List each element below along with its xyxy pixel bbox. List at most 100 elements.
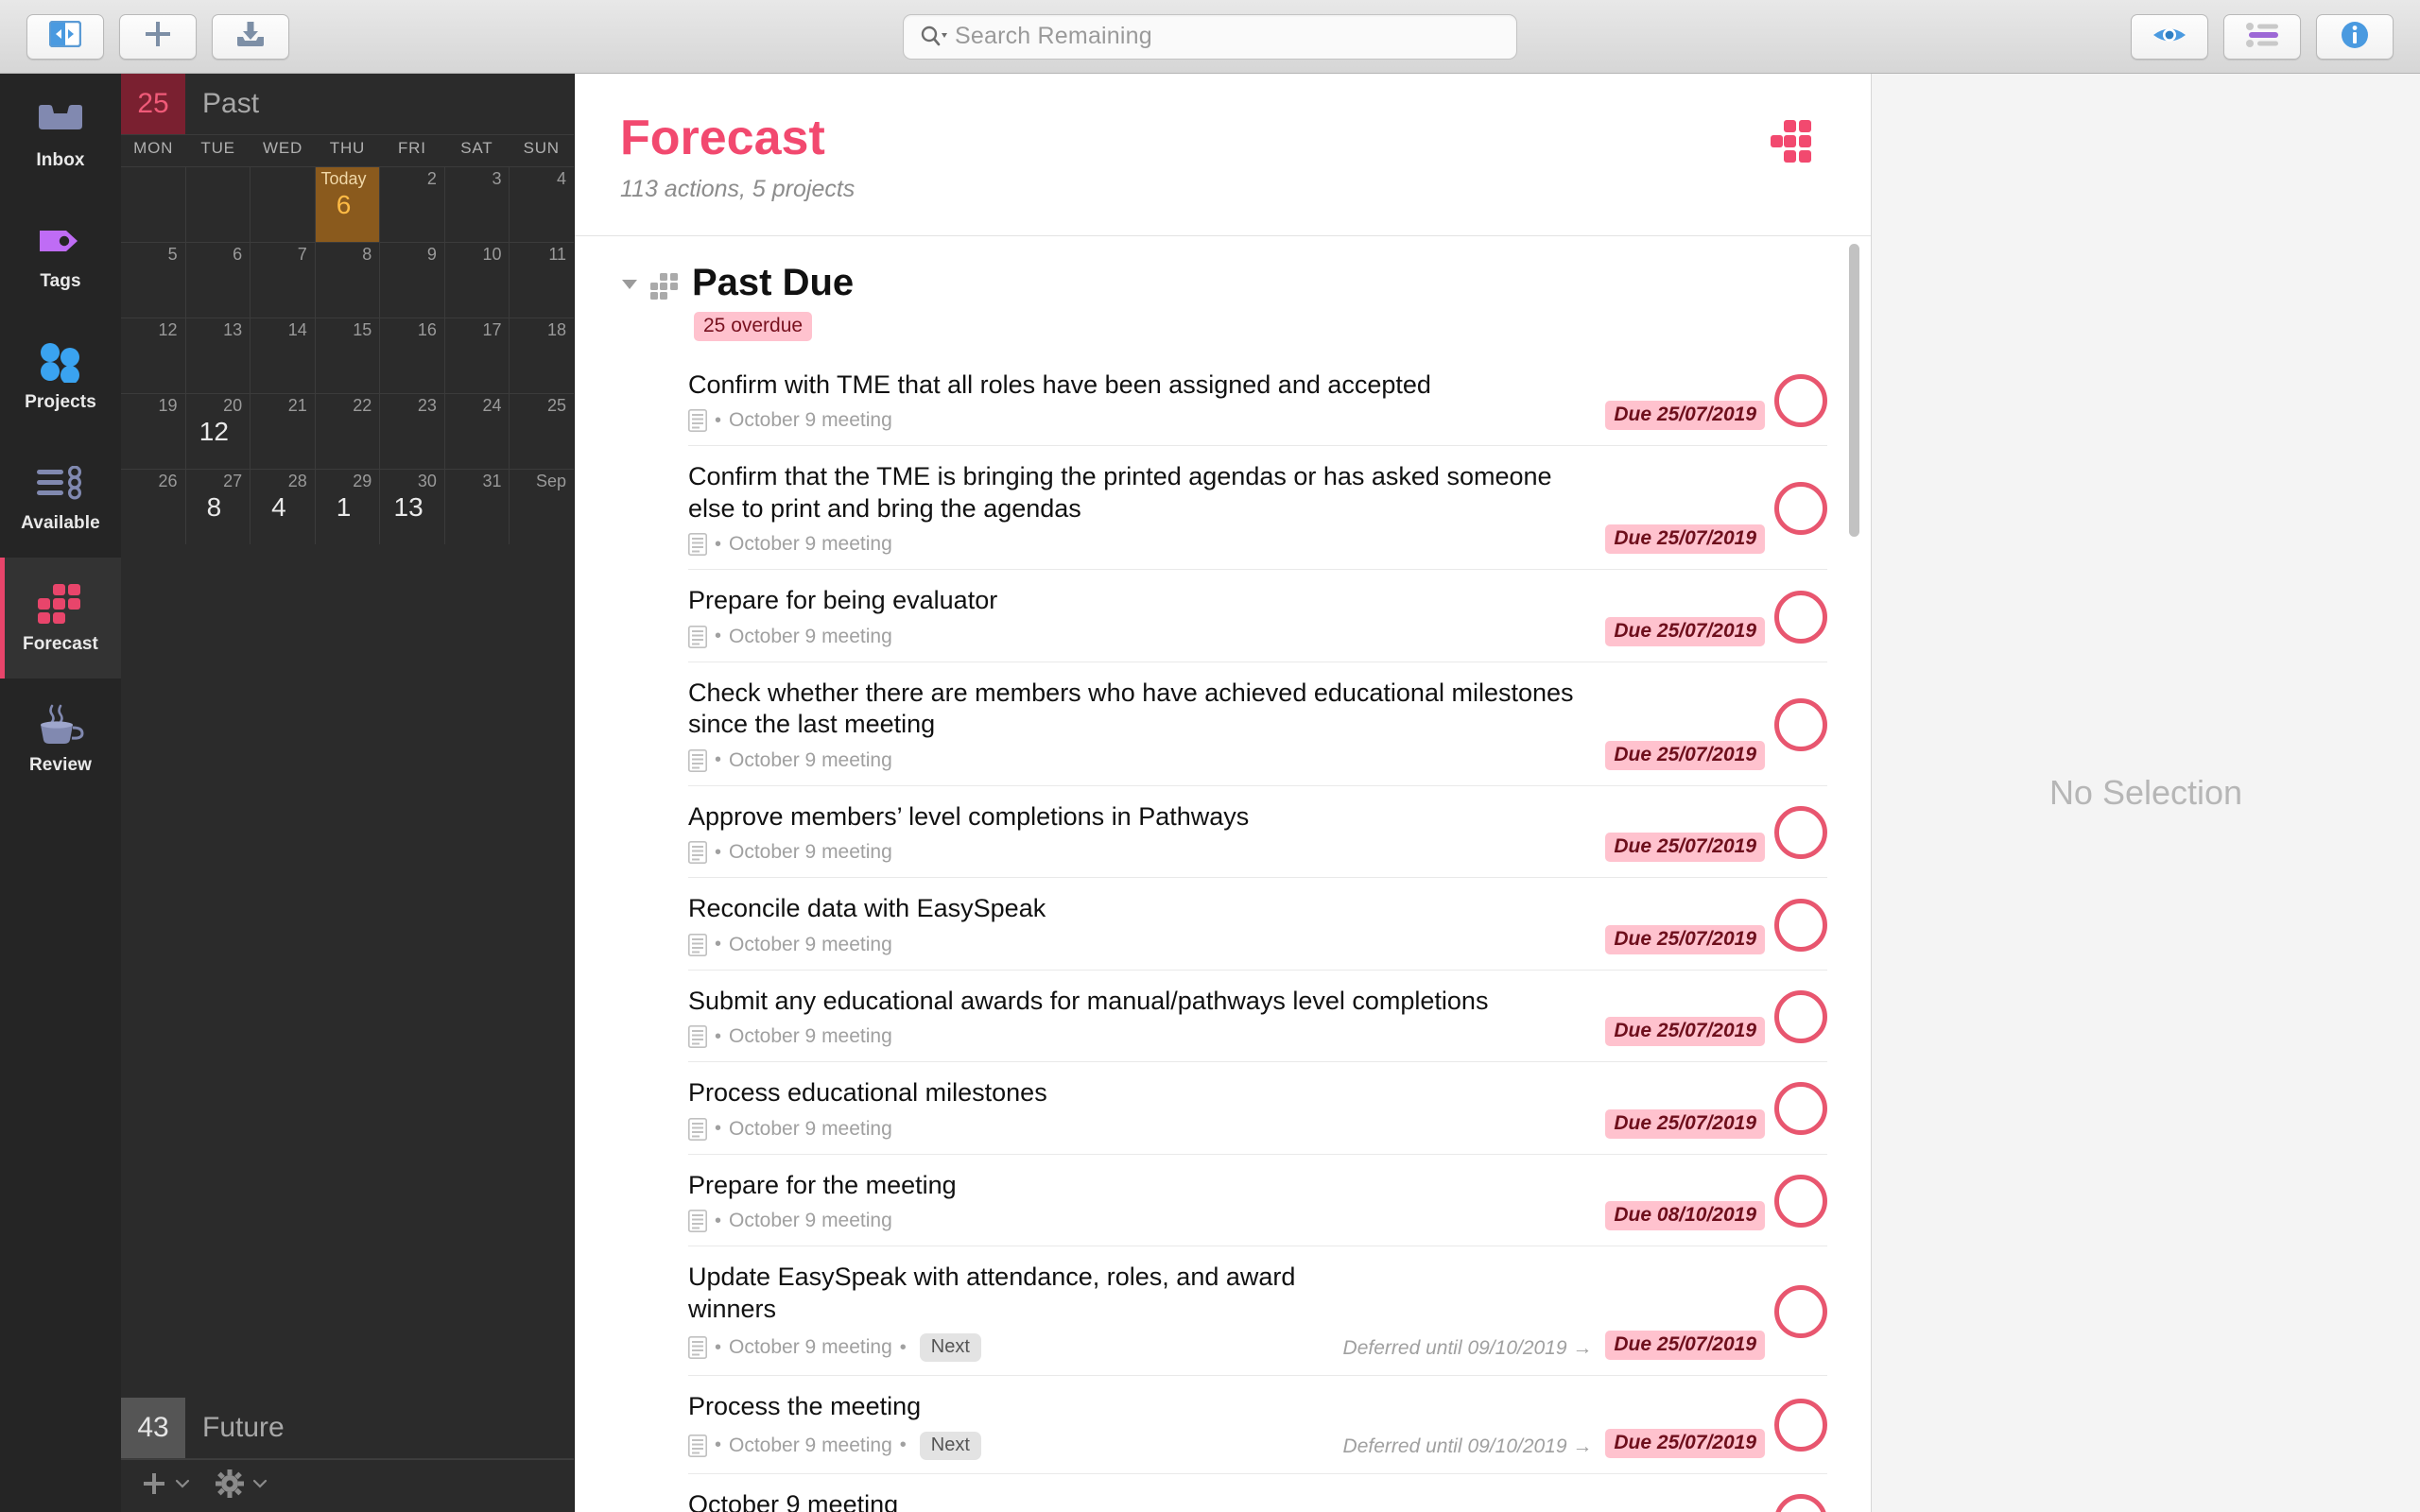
task-project-label[interactable]: October 9 meeting [729,1435,892,1457]
task-project-label[interactable]: October 9 meeting [729,1336,892,1359]
calendar-day[interactable]: 6 [186,243,251,318]
note-icon[interactable] [688,1025,707,1049]
inspector-button[interactable] [2316,14,2394,60]
task-title[interactable]: Confirm with TME that all roles have bee… [688,369,1582,401]
task-project-label[interactable]: October 9 meeting [729,934,892,956]
task-complete-checkbox[interactable] [1774,1082,1827,1136]
calendar-day[interactable]: 27 8 [186,470,251,544]
calendar-day[interactable]: 20 12 [186,394,251,469]
calendar-day[interactable]: 13 [186,318,251,393]
calendar-day[interactable]: 14 [251,318,316,393]
sidebar-item-forecast[interactable]: Forecast [0,558,121,679]
view-options-button[interactable] [2131,14,2208,60]
calendar-day[interactable]: Sep [510,470,574,544]
calendar-day[interactable]: 7 [251,243,316,318]
note-icon[interactable] [688,841,707,865]
calendar-day[interactable]: 11 [510,243,574,318]
task-list-scroll-area[interactable]: Past Due 25 overdue Confirm with TME tha… [575,236,1871,1512]
task-tag-chip[interactable]: Next [919,1431,981,1460]
task-complete-checkbox[interactable] [1774,1285,1827,1339]
calendar-past-row[interactable]: 25 Past [121,74,574,135]
task-complete-checkbox[interactable] [1774,1399,1827,1452]
note-icon[interactable] [688,1434,707,1457]
task-row[interactable]: Reconcile data with EasySpeak • October 9 … [688,878,1827,971]
task-title[interactable]: Prepare for the meeting [688,1170,1582,1201]
calendar-day[interactable]: 3 [445,167,510,242]
task-row[interactable]: Check whether there are members who have… [688,662,1827,786]
sidebar-item-projects[interactable]: Projects [0,316,121,437]
calendar-day[interactable]: 15 [316,318,381,393]
sidebar-toggle-button[interactable] [26,13,104,60]
calendar-day[interactable]: 8 [316,243,381,318]
calendar-day[interactable]: 24 [445,394,510,469]
task-row[interactable]: Prepare for the meeting • October 9 meetin… [688,1155,1827,1247]
calendar-day[interactable]: 5 [121,243,186,318]
task-title[interactable]: Reconcile data with EasySpeak [688,893,1582,924]
task-row[interactable]: Confirm with TME that all roles have bee… [688,354,1827,447]
task-title[interactable]: Check whether there are members who have… [688,678,1582,741]
layout-options-button[interactable] [2223,14,2301,60]
task-row[interactable]: Process the meeting • October 9 meeting • Ne… [688,1376,1827,1474]
task-row[interactable]: October 9 meeting•ToastmastersDue 25/07/… [688,1474,1827,1512]
task-project-label[interactable]: October 9 meeting [729,409,892,432]
calendar-day[interactable]: 17 [445,318,510,393]
calendar-day[interactable]: 29 1 [316,470,381,544]
calendar-add-button[interactable] [142,1471,191,1501]
task-project-label[interactable]: October 9 meeting [729,841,892,864]
task-project-label[interactable]: October 9 meeting [729,749,892,772]
add-action-button[interactable] [119,13,197,60]
calendar-day[interactable]: 10 [445,243,510,318]
task-project-label[interactable]: October 9 meeting [729,1118,892,1141]
task-row[interactable]: Submit any educational awards for manual… [688,971,1827,1063]
quick-entry-button[interactable] [212,13,289,60]
calendar-day[interactable]: 4 [510,167,574,242]
note-icon[interactable] [688,1210,707,1233]
sidebar-item-available[interactable]: Available [0,437,121,558]
task-row[interactable]: Approve members’ level completions in Pa… [688,786,1827,879]
vertical-scrollbar[interactable] [1849,244,1859,537]
note-icon[interactable] [688,933,707,956]
task-complete-checkbox[interactable] [1774,806,1827,860]
group-header-past-due[interactable]: Past Due 25 overdue [620,236,1827,341]
note-icon[interactable] [688,625,707,648]
calendar-future-row[interactable]: 43 Future [121,1398,574,1459]
task-complete-checkbox[interactable] [1774,898,1827,952]
calendar-day[interactable]: 23 [380,394,445,469]
calendar-day[interactable]: 16 [380,318,445,393]
sidebar-item-tags[interactable]: Tags [0,195,121,316]
note-icon[interactable] [688,1117,707,1141]
task-title[interactable]: Process the meeting [688,1391,1321,1422]
task-title[interactable]: Update EasySpeak with attendance, roles,… [688,1262,1321,1325]
task-row[interactable]: Confirm that the TME is bringing the pri… [688,446,1827,571]
calendar-day[interactable]: 2 [380,167,445,242]
task-title[interactable]: Process educational milestones [688,1077,1582,1108]
disclosure-triangle-icon[interactable] [620,263,639,296]
task-complete-checkbox[interactable] [1774,989,1827,1043]
note-icon[interactable] [688,748,707,772]
search-input[interactable]: Search Remaining [903,13,1517,60]
calendar-day[interactable]: 18 [510,318,574,393]
task-title[interactable]: Submit any educational awards for manual… [688,986,1582,1017]
calendar-day[interactable]: 28 4 [251,470,316,544]
note-icon[interactable] [688,533,707,557]
calendar-day[interactable]: 19 [121,394,186,469]
task-complete-checkbox[interactable] [1774,482,1827,536]
task-project-label[interactable]: October 9 meeting [729,626,892,648]
calendar-day[interactable]: 22 [316,394,381,469]
task-complete-checkbox[interactable] [1774,697,1827,751]
calendar-day[interactable]: 25 [510,394,574,469]
task-title[interactable]: Approve members’ level completions in Pa… [688,801,1582,833]
task-project-label[interactable]: October 9 meeting [729,533,892,556]
sidebar-item-inbox[interactable]: Inbox [0,74,121,195]
calendar-day-today[interactable]: Today 6 [315,167,381,242]
calendar-day[interactable]: 9 [380,243,445,318]
task-complete-checkbox[interactable] [1774,374,1827,428]
note-icon[interactable] [688,1336,707,1360]
task-complete-checkbox[interactable] [1774,590,1827,644]
task-tag-chip[interactable]: Next [919,1333,981,1363]
calendar-day[interactable]: 30 13 [380,470,445,544]
task-project-label[interactable]: October 9 meeting [729,1210,892,1232]
task-title[interactable]: Confirm that the TME is bringing the pri… [688,461,1582,524]
task-title[interactable]: Prepare for being evaluator [688,585,1582,616]
task-title[interactable]: October 9 meeting [688,1489,1582,1512]
